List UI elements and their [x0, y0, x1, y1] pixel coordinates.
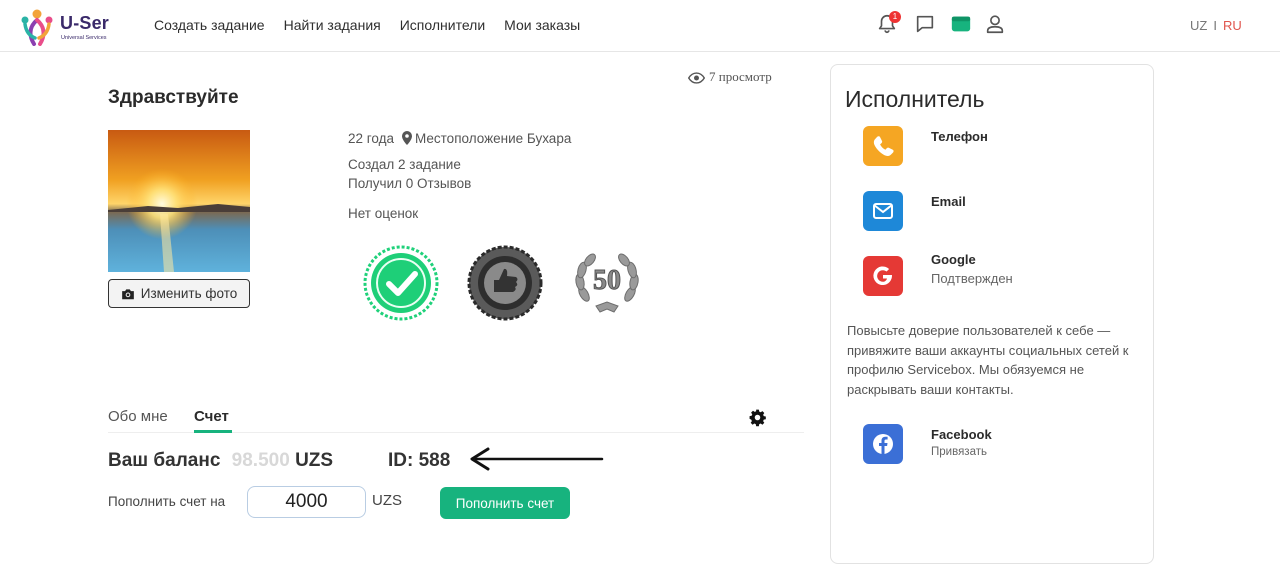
active-tab-indicator — [194, 430, 232, 433]
notifications-button[interactable]: 1 — [876, 11, 901, 37]
balance-label: Ваш баланс — [108, 450, 221, 471]
balance-line: Ваш баланс 98.500 UZS — [108, 450, 333, 472]
tab-about[interactable]: Обо мне — [108, 408, 168, 425]
top-navbar: U-Ser Universal Services Создать задание… — [0, 0, 1280, 52]
language-switcher: UZ I RU — [1190, 18, 1242, 33]
facebook-contact-icon-box — [863, 424, 903, 464]
tab-account[interactable]: Счет — [194, 408, 229, 425]
email-contact-icon-box — [863, 191, 903, 231]
change-photo-label: Изменить фото — [140, 286, 238, 301]
logo-icon — [21, 9, 53, 46]
badge-50-text: 50 — [593, 265, 621, 296]
topup-amount-input[interactable] — [247, 486, 366, 518]
wallet-button[interactable] — [950, 13, 974, 37]
facebook-icon — [873, 434, 893, 454]
lang-separator: I — [1213, 18, 1217, 33]
profile-photo — [108, 130, 250, 272]
verified-check-badge-icon — [363, 245, 439, 321]
email-label: Email — [931, 194, 966, 209]
topup-label: Пополнить счет на — [108, 494, 226, 509]
phone-icon — [873, 136, 894, 157]
google-status: Подтвержден — [931, 271, 1013, 286]
main-nav: Создать задание Найти задания Исполнител… — [154, 17, 580, 33]
profile-button[interactable] — [984, 13, 1008, 37]
age-location-line: 22 года Местоположение Бухара — [348, 131, 571, 146]
topup-button[interactable]: Пополнить счет — [440, 487, 570, 519]
camera-icon — [121, 288, 134, 299]
logo[interactable]: U-Ser Universal Services — [16, 6, 126, 46]
fifty-laurel-badge-icon: 50 — [575, 253, 639, 313]
location-pin-icon — [402, 131, 412, 145]
phone-label: Телефон — [931, 129, 988, 144]
rating-status: Нет оценок — [348, 206, 419, 221]
tasks-created: Создал 2 задание — [348, 157, 461, 172]
google-icon — [873, 266, 892, 286]
topup-currency: UZS — [372, 492, 402, 509]
nav-my-orders[interactable]: Мои заказы — [504, 17, 580, 33]
age-text: 22 года — [348, 131, 394, 146]
lang-uz[interactable]: UZ — [1190, 18, 1207, 33]
phone-contact-icon-box — [863, 126, 903, 166]
user-id: ID: 588 — [388, 450, 451, 471]
header-icons: 1 — [876, 11, 1016, 41]
change-photo-button[interactable]: Изменить фото — [108, 279, 250, 308]
chat-icon — [916, 15, 934, 33]
nav-performers[interactable]: Исполнители — [400, 17, 485, 33]
google-label: Google — [931, 252, 976, 267]
balance-amount: 98.500 — [231, 450, 290, 471]
performer-contacts-card: Исполнитель Телефон Email Google Подтвер… — [830, 64, 1154, 564]
eye-icon — [687, 72, 706, 84]
wallet-icon — [951, 16, 971, 32]
best-quality-badge-icon — [467, 245, 543, 321]
logo-subtitle: Universal Services — [61, 35, 107, 41]
nav-create-task[interactable]: Создать задание — [154, 17, 265, 33]
greeting-title: Здравствуйте — [108, 87, 239, 108]
logo-name: U-Ser — [60, 13, 110, 33]
views-text: 7 просмотр — [709, 69, 772, 84]
trust-note: Повысьте доверие пользователей к себе — … — [847, 323, 1129, 397]
card-title: Исполнитель — [845, 86, 985, 112]
lang-ru[interactable]: RU — [1223, 18, 1242, 33]
facebook-label: Facebook — [931, 427, 992, 442]
notification-count-badge: 1 — [889, 11, 901, 23]
reviews-received: Получил 0 Отзывов — [348, 176, 472, 191]
views-counter: 7 просмотр — [687, 69, 772, 85]
arrow-annotation-icon — [470, 447, 604, 471]
location-text: Местоположение Бухара — [415, 131, 572, 146]
balance-currency: UZS — [295, 450, 334, 471]
facebook-link-action[interactable]: Привязать — [931, 446, 987, 458]
google-contact-icon-box — [863, 256, 903, 296]
mail-icon — [873, 203, 893, 219]
user-icon — [986, 15, 1004, 34]
messages-button[interactable] — [914, 13, 938, 37]
profile-tabs: Обо мне Счет — [108, 408, 804, 433]
sunset-photo — [108, 130, 250, 272]
nav-find-tasks[interactable]: Найти задания — [284, 17, 381, 33]
settings-gear-icon[interactable] — [748, 408, 767, 427]
